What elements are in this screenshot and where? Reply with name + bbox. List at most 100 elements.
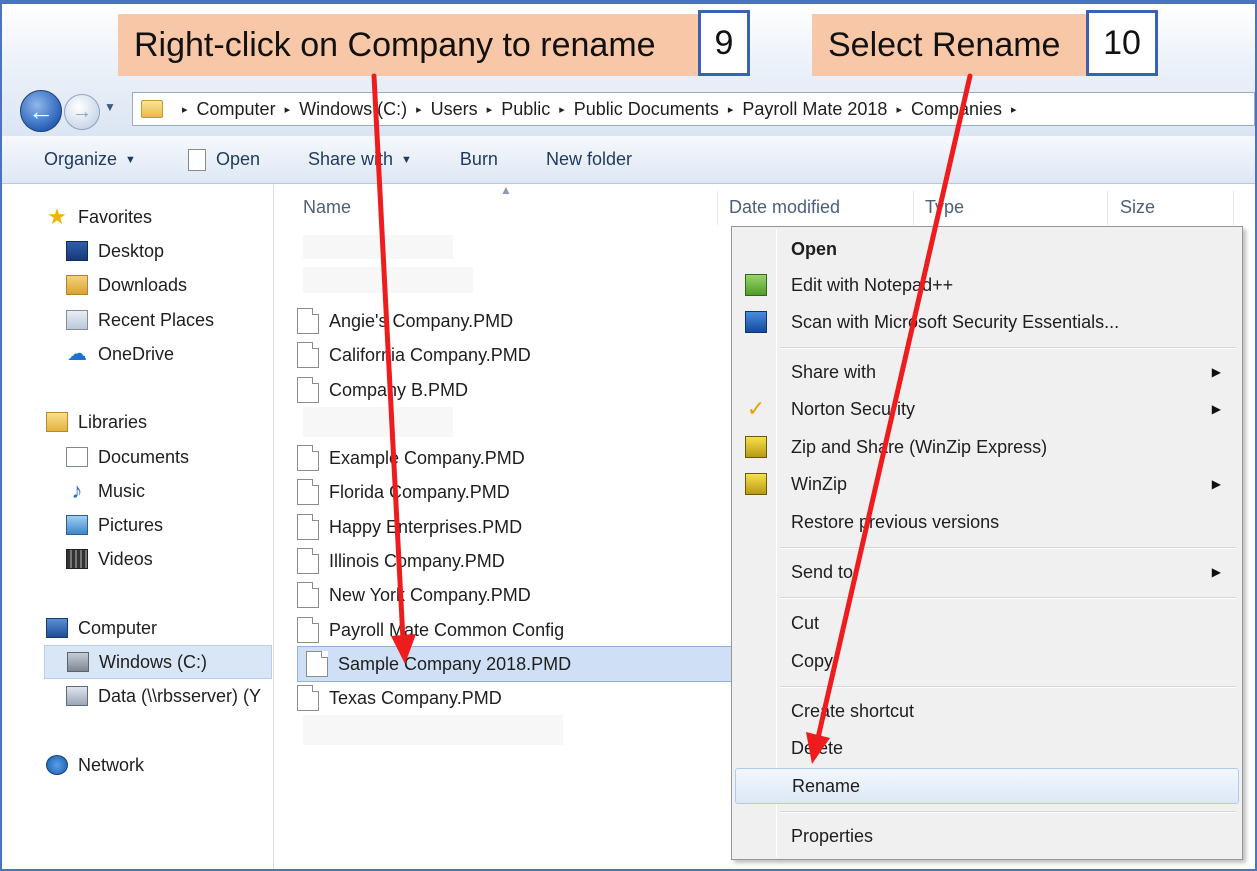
file-item[interactable]: Angie's Company.PMD xyxy=(297,305,513,337)
address-bar[interactable]: ▸ Computer ▸ Windows (C:) ▸ Users ▸ Public ▸… xyxy=(132,92,1255,126)
sort-ascending-icon: ▲ xyxy=(500,183,512,197)
column-header-type[interactable]: Type xyxy=(925,197,964,218)
breadcrumb-computer[interactable]: Computer ▸ xyxy=(197,99,300,120)
breadcrumb-payroll-mate-2018[interactable]: Payroll Mate 2018 ▸ xyxy=(742,99,911,120)
breadcrumb-separator-icon[interactable]: ▸ xyxy=(416,103,422,116)
document-file-icon xyxy=(306,651,328,677)
breadcrumb-public[interactable]: Public ▸ xyxy=(501,99,574,120)
back-button[interactable]: ← xyxy=(20,90,62,132)
menu-item-edit-notepad[interactable]: Edit with Notepad++ xyxy=(735,268,1239,302)
documents-icon xyxy=(66,447,88,467)
column-divider[interactable] xyxy=(717,191,718,225)
menu-item-create-shortcut[interactable]: Create shortcut xyxy=(735,694,1239,728)
nav-item-documents[interactable]: Documents xyxy=(66,442,189,472)
menu-item-send-to[interactable]: Send to ▶ xyxy=(735,555,1239,589)
nav-item-favorites[interactable]: ★ Favorites xyxy=(46,202,152,232)
nav-item-desktop[interactable]: Desktop xyxy=(66,236,164,266)
menu-item-open[interactable]: Open xyxy=(735,232,1239,266)
file-item[interactable]: Texas Company.PMD xyxy=(297,682,502,714)
document-file-icon xyxy=(297,514,319,540)
document-file-icon xyxy=(187,148,206,171)
menu-item-cut[interactable]: Cut xyxy=(735,606,1239,640)
organize-button[interactable]: Organize ▼ xyxy=(44,149,136,170)
nav-item-libraries[interactable]: Libraries xyxy=(46,407,147,437)
document-file-icon xyxy=(297,548,319,574)
breadcrumb-public-documents[interactable]: Public Documents ▸ xyxy=(574,99,743,120)
breadcrumb-separator-icon[interactable]: ▸ xyxy=(559,103,565,116)
document-file-icon xyxy=(297,582,319,608)
file-item[interactable]: Florida Company.PMD xyxy=(297,476,510,508)
nav-item-computer[interactable]: Computer xyxy=(46,613,157,643)
nav-item-windows-c[interactable]: Windows (C:) xyxy=(44,645,272,679)
menu-separator xyxy=(780,547,1236,549)
menu-separator xyxy=(780,686,1236,688)
recent-pages-chevron-down-icon[interactable]: ▼ xyxy=(104,100,116,114)
breadcrumb-windows-c[interactable]: Windows (C:) ▸ xyxy=(299,99,431,120)
new-folder-button[interactable]: New folder xyxy=(546,149,632,170)
breadcrumb-separator-icon[interactable]: ▸ xyxy=(182,103,188,116)
column-divider[interactable] xyxy=(1107,191,1108,225)
breadcrumb-separator-icon[interactable]: ▸ xyxy=(285,103,291,116)
burn-button[interactable]: Burn xyxy=(460,149,498,170)
downloads-icon xyxy=(66,275,88,295)
nav-item-downloads[interactable]: Downloads xyxy=(66,270,187,300)
column-header-name[interactable]: Name xyxy=(303,197,351,218)
open-button[interactable]: Open xyxy=(187,148,260,171)
menu-separator xyxy=(780,597,1236,599)
file-item[interactable]: Payroll Mate Common Config xyxy=(297,614,564,646)
file-item[interactable]: New York Company.PMD xyxy=(297,579,531,611)
menu-item-share-with[interactable]: Share with ▶ xyxy=(735,355,1239,389)
column-header-size[interactable]: Size xyxy=(1120,197,1155,218)
security-essentials-icon xyxy=(745,311,767,333)
submenu-arrow-icon: ▶ xyxy=(1211,477,1221,491)
file-item-selected[interactable]: Sample Company 2018.PMD xyxy=(297,646,737,682)
menu-item-properties[interactable]: Properties xyxy=(735,819,1239,853)
breadcrumb-separator-icon[interactable]: ▸ xyxy=(487,103,493,116)
nav-item-onedrive[interactable]: ☁ OneDrive xyxy=(66,339,174,369)
menu-item-copy[interactable]: Copy xyxy=(735,644,1239,678)
nav-item-music[interactable]: ♪ Music xyxy=(66,476,146,506)
column-divider[interactable] xyxy=(1233,191,1234,225)
file-item[interactable]: California Company.PMD xyxy=(297,339,531,371)
nav-item-recent-places[interactable]: Recent Places xyxy=(66,305,214,335)
redacted-area xyxy=(303,235,453,259)
hard-drive-icon xyxy=(67,652,89,672)
file-item[interactable]: Happy Enterprises.PMD xyxy=(297,511,522,543)
chevron-down-icon: ▼ xyxy=(125,153,136,166)
column-header-date-modified[interactable]: Date modified xyxy=(729,197,840,218)
menu-item-zip-share[interactable]: Zip and Share (WinZip Express) xyxy=(735,430,1239,464)
forward-arrow-icon: → xyxy=(72,100,92,123)
file-item[interactable]: Example Company.PMD xyxy=(297,442,525,474)
context-menu: Open Edit with Notepad++ Scan with Micro… xyxy=(731,226,1243,860)
nav-item-videos[interactable]: Videos xyxy=(66,544,153,574)
menu-item-restore-versions[interactable]: Restore previous versions xyxy=(735,505,1239,539)
forward-button[interactable]: → xyxy=(64,94,100,130)
document-file-icon xyxy=(297,308,319,334)
menu-item-delete[interactable]: Delete xyxy=(735,731,1239,765)
network-drive-icon xyxy=(66,686,88,706)
share-with-button[interactable]: Share with ▼ xyxy=(308,149,412,170)
redacted-area xyxy=(303,715,563,745)
nav-item-data-drive[interactable]: Data (\\rbsserver) (Y xyxy=(66,681,261,711)
breadcrumb-users[interactable]: Users ▸ xyxy=(431,99,502,120)
breadcrumb-companies[interactable]: Companies ▸ xyxy=(911,99,1026,120)
nav-item-network[interactable]: Network xyxy=(46,750,144,780)
navigation-pane: ★ Favorites Desktop Downloads Recent Plac… xyxy=(2,185,274,869)
file-item[interactable]: Illinois Company.PMD xyxy=(297,545,505,577)
file-item[interactable]: Company B.PMD xyxy=(297,374,468,406)
folder-icon xyxy=(141,100,163,118)
back-arrow-icon: ← xyxy=(28,95,54,126)
document-file-icon xyxy=(297,377,319,403)
film-icon xyxy=(66,549,88,569)
breadcrumb-separator-icon[interactable]: ▸ xyxy=(1011,103,1017,116)
nav-item-pictures[interactable]: Pictures xyxy=(66,510,163,540)
menu-item-norton[interactable]: ✓ Norton Security ▶ xyxy=(735,392,1239,426)
breadcrumb-separator-icon[interactable]: ▸ xyxy=(896,103,902,116)
menu-item-rename[interactable]: Rename xyxy=(735,768,1239,804)
column-divider[interactable] xyxy=(913,191,914,225)
breadcrumb-separator-icon[interactable]: ▸ xyxy=(728,103,734,116)
document-file-icon xyxy=(297,617,319,643)
menu-item-scan-mse[interactable]: Scan with Microsoft Security Essentials.… xyxy=(735,305,1239,339)
menu-item-winzip[interactable]: WinZip ▶ xyxy=(735,467,1239,501)
notepad-plus-plus-icon xyxy=(745,274,767,296)
